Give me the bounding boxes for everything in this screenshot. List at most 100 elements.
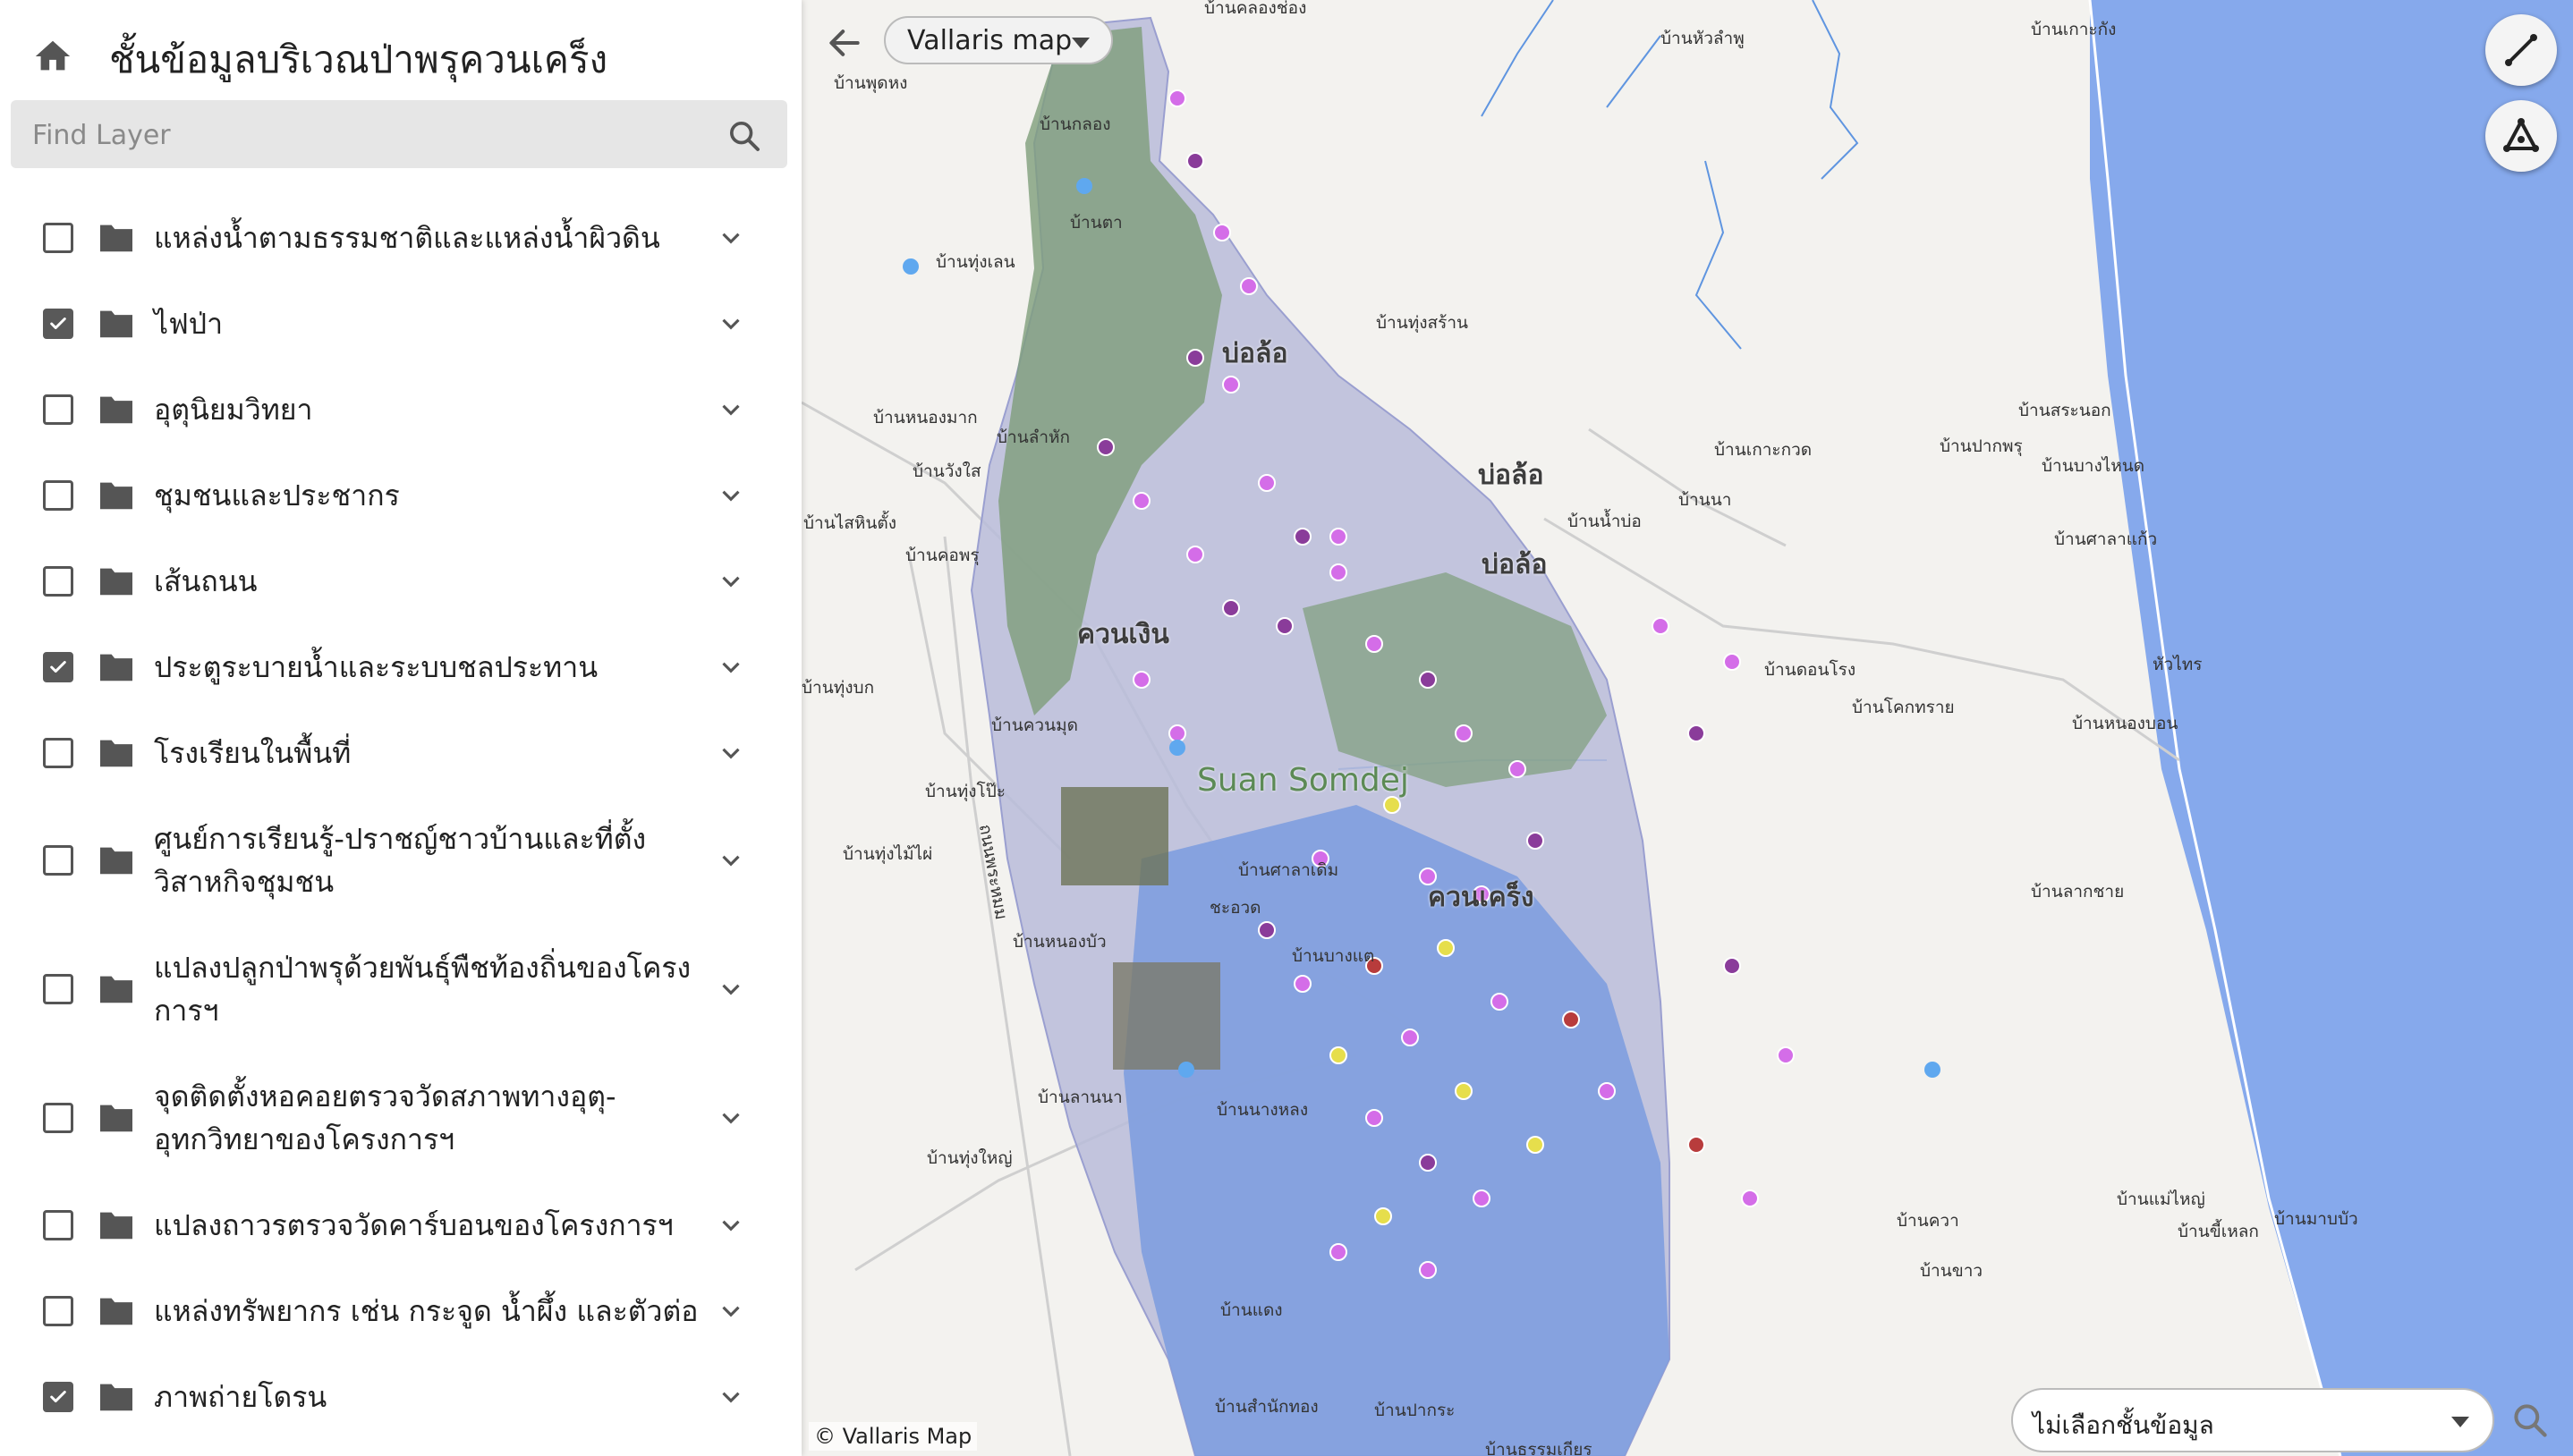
place-label: บ้านหนองบัว <box>1013 932 1107 952</box>
chevron-down-icon[interactable] <box>716 738 746 768</box>
chevron-down-icon[interactable] <box>716 1210 746 1240</box>
chevron-down-icon[interactable] <box>716 309 746 339</box>
layer-row[interactable]: แปลงถาวรตรวจวัดคาร์บอนของโครงการฯ <box>0 1198 802 1252</box>
layer-row[interactable]: ภาพถ่ายโดรน <box>0 1370 802 1424</box>
place-label: บ้านศาลาเดิม <box>1238 860 1339 880</box>
basemap-select[interactable]: Vallaris map <box>884 16 1113 64</box>
layer-label: ประตูระบายน้ำและระบบชลประทาน <box>154 650 599 684</box>
place-label: บ้านหนองบอน <box>2072 714 2178 733</box>
chevron-down-icon[interactable] <box>716 1103 746 1133</box>
layer-checkbox[interactable] <box>43 223 73 253</box>
chevron-down-icon[interactable] <box>716 974 746 1004</box>
chevron-down-icon[interactable] <box>716 652 746 682</box>
place-label: บ้านขี้เหลก <box>2178 1222 2259 1241</box>
place-label: บ้านหัวลำพู <box>1660 29 1745 48</box>
place-label: บ้านวังใส <box>913 461 981 481</box>
layer-checkbox[interactable] <box>43 566 73 597</box>
layer-row[interactable]: ชุมชนและประชากร <box>0 469 802 522</box>
chevron-down-icon[interactable] <box>716 223 746 253</box>
area-label: บ่อล้อ <box>1222 338 1288 369</box>
layer-label: ศูนย์การเรียนรู้-ปราชญ์ชาวบ้านและที่ตั้ง… <box>154 822 647 899</box>
place-label: บ้านน้ำบ่อ <box>1567 512 1642 531</box>
layer-label: ภาพถ่ายโดรน <box>154 1380 327 1414</box>
folder-icon <box>100 847 132 875</box>
place-label: บ้านกลอง <box>1040 114 1111 134</box>
polygon-draw-icon <box>2503 118 2539 152</box>
layer-checkbox[interactable] <box>43 480 73 511</box>
layer-row[interactable]: เส้นถนน <box>0 554 802 608</box>
page-title: ชั้นข้อมูลบริเวณป่าพรุควนเคร็ง <box>109 38 608 81</box>
place-label: บ้านเกาะกวด <box>1714 440 1813 460</box>
layer-checkbox[interactable] <box>43 1382 73 1412</box>
place-label: บ้านคลองช่อง <box>1204 0 1307 18</box>
back-arrow-icon[interactable] <box>825 23 864 63</box>
layer-row[interactable]: จุดติดตั้งหอคอยตรวจวัดสภาพทางอุตุ-อุทกวิ… <box>0 1073 802 1163</box>
place-label: บ้านบางไหนด <box>2042 456 2145 476</box>
map-attribution: © Vallaris Map <box>809 1422 978 1451</box>
chevron-down-icon[interactable] <box>716 480 746 511</box>
place-label: บ้านธรรมเกียร <box>1485 1440 1592 1456</box>
check-icon <box>50 1391 66 1403</box>
layer-checkbox[interactable] <box>43 845 73 876</box>
sidebar-header: ชั้นข้อมูลบริเวณป่าพรุควนเคร็ง <box>0 0 802 98</box>
layer-row[interactable]: แปลงปลูกป่าพรุด้วยพันธุ์พืชท้องถิ่นของโค… <box>0 944 802 1034</box>
layer-checkbox[interactable] <box>43 1103 73 1133</box>
chevron-down-icon[interactable] <box>716 566 746 597</box>
layer-row[interactable]: ศูนย์การเรียนรู้-ปราชญ์ชาวบ้านและที่ตั้ง… <box>0 816 802 905</box>
place-label: ชะอวด <box>1210 898 1261 918</box>
search-icon[interactable] <box>2510 1401 2550 1440</box>
layer-row[interactable]: แหล่งทรัพยากร เช่น กระจูด น้ำผึ้ง และตัว… <box>0 1284 802 1338</box>
layer-row[interactable]: แหล่งน้ำตามธรรมชาติและแหล่งน้ำผิวดิน <box>0 211 802 265</box>
folder-icon <box>100 1298 132 1325</box>
draw-line-button[interactable] <box>2485 14 2557 86</box>
place-label: บ้านดอนโรง <box>1764 660 1856 680</box>
place-label: บ้านเกาะกัง <box>2031 20 2117 39</box>
place-label: บ้านทุ่งบก <box>802 678 875 698</box>
folder-icon <box>100 310 132 338</box>
folder-icon <box>100 654 132 681</box>
layer-label: แหล่งทรัพยากร เช่น กระจูด น้ำผึ้ง และตัว… <box>154 1294 699 1328</box>
place-label: บ้านทุ่งใหญ่ <box>927 1148 1013 1168</box>
chevron-down-icon[interactable] <box>716 1382 746 1412</box>
chevron-down-icon[interactable] <box>716 1296 746 1326</box>
find-layer-input[interactable] <box>30 100 714 170</box>
layer-row[interactable]: ประตูระบายน้ำและระบบชลประทาน <box>0 640 802 694</box>
layer-label: อุตุนิยมวิทยา <box>154 393 313 427</box>
chevron-down-icon[interactable] <box>716 845 746 876</box>
layer-checkbox[interactable] <box>43 1296 73 1326</box>
check-icon <box>50 317 66 330</box>
search-icon[interactable] <box>726 118 762 154</box>
folder-icon <box>100 740 132 767</box>
place-label: บ้านขาว <box>1920 1261 1983 1281</box>
find-layer-search <box>11 100 787 170</box>
layer-checkbox[interactable] <box>43 738 73 768</box>
area-label: ควนเงิน <box>1077 619 1169 650</box>
layer-checkbox[interactable] <box>43 652 73 682</box>
folder-icon <box>100 568 132 596</box>
layer-checkbox[interactable] <box>43 974 73 1004</box>
place-label: บ้านลานนา <box>1038 1088 1123 1107</box>
layer-row[interactable]: ไฟป่า <box>0 297 802 351</box>
place-label: บ้านทุ่งเลน <box>936 252 1015 272</box>
place-label: บ้านปากพรุ <box>1940 436 2023 456</box>
chevron-down-icon[interactable] <box>716 394 746 425</box>
layer-checkbox[interactable] <box>43 1210 73 1240</box>
home-icon[interactable] <box>32 36 73 77</box>
data-layer-select[interactable]: ไม่เลือกชั้นข้อมูล <box>2011 1388 2494 1452</box>
place-label: บ้านสระนอก <box>2018 401 2111 420</box>
layer-label: โรงเรียนในพื้นที่ <box>154 736 352 770</box>
draw-polygon-button[interactable] <box>2485 100 2557 172</box>
folder-icon <box>100 976 132 1003</box>
folder-icon <box>100 1212 132 1240</box>
layer-checkbox[interactable] <box>43 309 73 339</box>
place-label: บ้านควนมุด <box>991 715 1078 735</box>
place-label: บ้านนางหลง <box>1217 1100 1309 1120</box>
folder-icon <box>100 482 132 510</box>
map-view[interactable]: บ้านคลองช่อง บ้านหัวลำพู บ้านเกาะกัง บ้า… <box>802 0 2573 1456</box>
place-label: บ้านหนองมาก <box>873 408 978 427</box>
place-label: บ้านตา <box>1070 213 1123 233</box>
place-label: บ้านสำนักทอง <box>1215 1397 1319 1417</box>
layer-row[interactable]: โรงเรียนในพื้นที่ <box>0 726 802 780</box>
layer-row[interactable]: อุตุนิยมวิทยา <box>0 383 802 436</box>
layer-checkbox[interactable] <box>43 394 73 425</box>
